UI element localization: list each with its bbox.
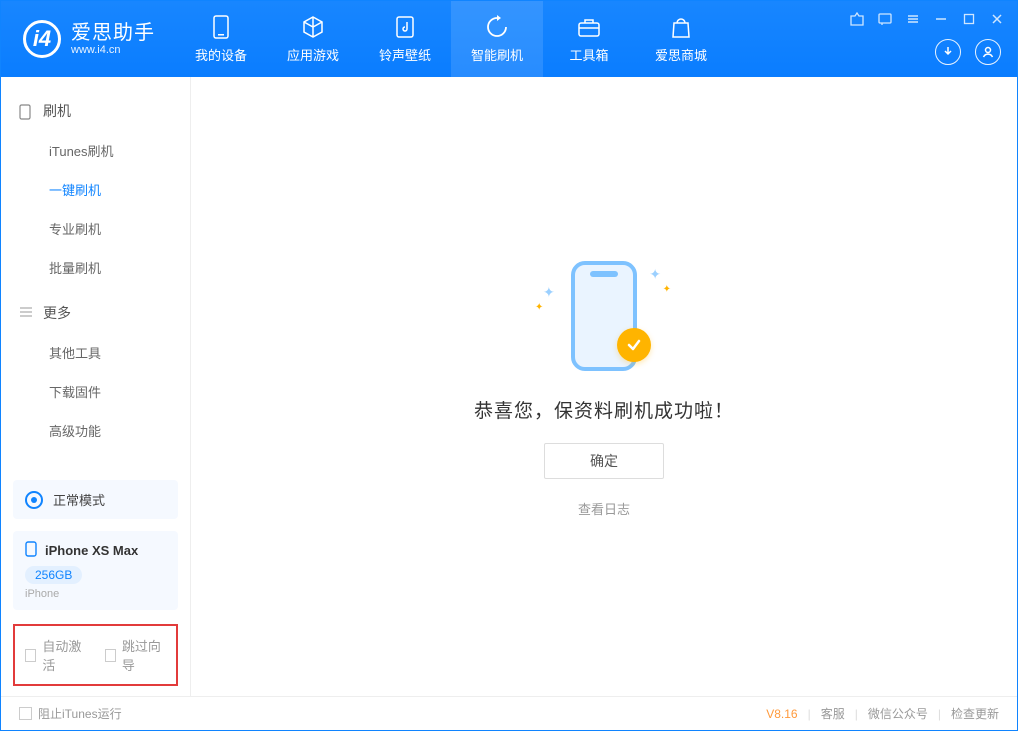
titlebar: i4 爱思助手 www.i4.cn 我的设备 应用游戏 铃声壁纸 智能刷机 <box>1 1 1017 77</box>
sidebar: 刷机 iTunes刷机 一键刷机 专业刷机 批量刷机 更多 其他工具 下载固件 … <box>1 77 191 696</box>
tab-apps[interactable]: 应用游戏 <box>267 1 359 77</box>
sparkle-icon: ✦ <box>649 266 661 283</box>
app-window: i4 爱思助手 www.i4.cn 我的设备 应用游戏 铃声壁纸 智能刷机 <box>0 0 1018 731</box>
sidebar-item-itunes-flash[interactable]: iTunes刷机 <box>1 131 190 170</box>
titlebar-actions <box>935 39 1001 65</box>
app-subtitle: www.i4.cn <box>71 44 155 56</box>
sidebar-head-label: 刷机 <box>43 101 71 121</box>
sidebar-section-flash: 刷机 iTunes刷机 一键刷机 专业刷机 批量刷机 <box>1 91 190 293</box>
success-illustration: ✦ ✦ ✦ ✦ <box>529 256 679 376</box>
tab-label: 爱思商城 <box>655 45 707 64</box>
tab-flash[interactable]: 智能刷机 <box>451 1 543 77</box>
device-type: iPhone <box>25 588 166 600</box>
theme-icon[interactable] <box>849 11 865 27</box>
tab-store[interactable]: 爱思商城 <box>635 1 727 77</box>
checkbox-icon <box>25 649 36 662</box>
sidebar-head-flash: 刷机 <box>1 91 190 131</box>
tab-label: 工具箱 <box>569 45 608 64</box>
checkbox-icon <box>19 707 32 720</box>
list-icon <box>19 306 33 320</box>
tab-label: 我的设备 <box>195 45 247 64</box>
body: 刷机 iTunes刷机 一键刷机 专业刷机 批量刷机 更多 其他工具 下载固件 … <box>1 77 1017 696</box>
device-storage-badge: 256GB <box>25 566 82 584</box>
app-title: 爱思助手 <box>71 22 155 44</box>
checkbox-label: 跳过向导 <box>122 636 166 674</box>
sidebar-section-more: 更多 其他工具 下载固件 高级功能 <box>1 293 190 456</box>
logo-icon: i4 <box>23 20 61 58</box>
device-card[interactable]: iPhone XS Max 256GB iPhone <box>13 531 178 610</box>
tab-label: 应用游戏 <box>287 45 339 64</box>
sparkle-icon: ✦ <box>543 284 555 301</box>
check-badge-icon <box>617 328 651 362</box>
maximize-button[interactable] <box>961 11 977 27</box>
phone-icon <box>209 15 233 39</box>
sidebar-item-oneclick-flash[interactable]: 一键刷机 <box>1 170 190 209</box>
ok-button[interactable]: 确定 <box>544 443 664 479</box>
sidebar-item-batch-flash[interactable]: 批量刷机 <box>1 248 190 287</box>
sidebar-item-advanced[interactable]: 高级功能 <box>1 411 190 450</box>
logo: i4 爱思助手 www.i4.cn <box>1 20 175 58</box>
separator: | <box>855 707 858 721</box>
tab-device[interactable]: 我的设备 <box>175 1 267 77</box>
mode-dot-icon <box>25 491 43 509</box>
checkbox-icon <box>105 649 116 662</box>
tab-label: 铃声壁纸 <box>379 45 431 64</box>
music-file-icon <box>393 15 417 39</box>
check-update-link[interactable]: 检查更新 <box>951 705 999 722</box>
logo-text: 爱思助手 www.i4.cn <box>71 22 155 56</box>
tab-toolbox[interactable]: 工具箱 <box>543 1 635 77</box>
tab-ringtone[interactable]: 铃声壁纸 <box>359 1 451 77</box>
sidebar-item-pro-flash[interactable]: 专业刷机 <box>1 209 190 248</box>
refresh-shield-icon <box>485 15 509 39</box>
device-icon <box>25 541 37 560</box>
separator: | <box>808 707 811 721</box>
checkbox-label: 自动激活 <box>42 636 86 674</box>
content: ✦ ✦ ✦ ✦ 恭喜您，保资料刷机成功啦！ 确定 查看日志 <box>191 77 1017 696</box>
device-name-row: iPhone XS Max <box>25 541 166 560</box>
phone-small-icon <box>19 104 33 118</box>
bag-icon <box>669 15 693 39</box>
window-controls <box>849 11 1005 27</box>
view-log-link[interactable]: 查看日志 <box>578 499 630 518</box>
close-button[interactable] <box>989 11 1005 27</box>
feedback-icon[interactable] <box>877 11 893 27</box>
checkbox-auto-activate[interactable]: 自动激活 <box>25 636 87 674</box>
support-link[interactable]: 客服 <box>821 705 845 722</box>
cube-icon <box>301 15 325 39</box>
mode-label: 正常模式 <box>53 490 105 509</box>
separator: | <box>938 707 941 721</box>
tab-label: 智能刷机 <box>471 45 523 64</box>
sidebar-item-other-tools[interactable]: 其他工具 <box>1 333 190 372</box>
sparkle-icon: ✦ <box>535 302 543 313</box>
success-message: 恭喜您，保资料刷机成功啦！ <box>474 396 734 423</box>
menu-icon[interactable] <box>905 11 921 27</box>
statusbar-right: V8.16 | 客服 | 微信公众号 | 检查更新 <box>766 705 999 722</box>
statusbar: 阻止iTunes运行 V8.16 | 客服 | 微信公众号 | 检查更新 <box>1 696 1017 730</box>
checkbox-block-itunes[interactable]: 阻止iTunes运行 <box>19 705 122 722</box>
sparkle-icon: ✦ <box>663 284 671 295</box>
sidebar-head-more: 更多 <box>1 293 190 333</box>
mode-card[interactable]: 正常模式 <box>13 480 178 519</box>
download-button[interactable] <box>935 39 961 65</box>
sidebar-head-label: 更多 <box>43 303 71 323</box>
nav-tabs: 我的设备 应用游戏 铃声壁纸 智能刷机 工具箱 爱思商城 <box>175 1 727 77</box>
minimize-button[interactable] <box>933 11 949 27</box>
checkbox-label: 阻止iTunes运行 <box>38 705 122 722</box>
checkbox-skip-guide[interactable]: 跳过向导 <box>105 636 167 674</box>
user-button[interactable] <box>975 39 1001 65</box>
options-highlight-box: 自动激活 跳过向导 <box>13 624 178 686</box>
device-name: iPhone XS Max <box>45 543 138 558</box>
sidebar-item-download-firmware[interactable]: 下载固件 <box>1 372 190 411</box>
toolbox-icon <box>577 15 601 39</box>
version-label: V8.16 <box>766 707 797 721</box>
wechat-link[interactable]: 微信公众号 <box>868 705 928 722</box>
